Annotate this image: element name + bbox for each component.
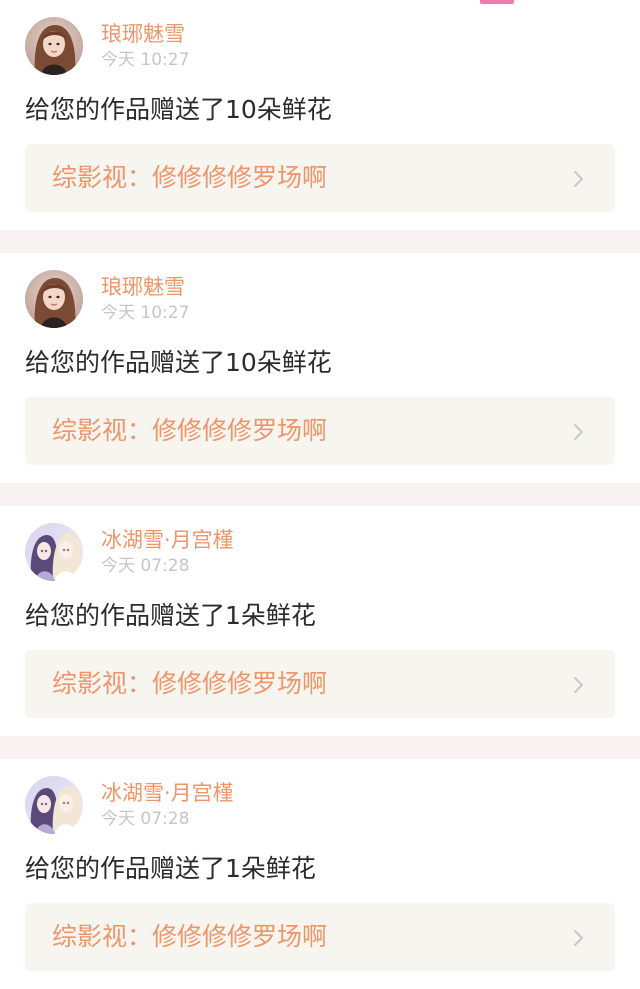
notification-card: 琅琊魅雪 今天 10:27 给您的作品赠送了10朵鲜花 综影视：修修修修罗场啊 xyxy=(0,253,640,483)
notification-card: 冰湖雪·月宫槿 今天 07:28 给您的作品赠送了1朵鲜花 综影视：修修修修罗场… xyxy=(0,759,640,989)
work-link-button[interactable]: 综影视：修修修修罗场啊 xyxy=(25,144,615,212)
active-tab-indicator xyxy=(480,0,514,4)
work-title: 综影视：修修修修罗场啊 xyxy=(52,669,328,698)
chevron-right-icon xyxy=(574,677,583,693)
user-name[interactable]: 琅琊魅雪 xyxy=(101,274,185,300)
notification-feed: 琅琊魅雪 今天 10:27 给您的作品赠送了10朵鲜花 综影视：修修修修罗场啊 xyxy=(0,0,640,989)
timestamp: 今天 10:27 xyxy=(101,50,190,70)
work-link-button[interactable]: 综影视：修修修修罗场啊 xyxy=(25,650,615,718)
avatar[interactable] xyxy=(25,523,83,581)
timestamp: 今天 07:28 xyxy=(101,809,190,829)
chevron-right-icon xyxy=(574,424,583,440)
work-title: 综影视：修修修修罗场啊 xyxy=(52,163,328,192)
notification-message: 给您的作品赠送了10朵鲜花 xyxy=(25,95,332,124)
chevron-right-icon xyxy=(574,171,583,187)
chevron-right-icon xyxy=(574,930,583,946)
work-link-button[interactable]: 综影视：修修修修罗场啊 xyxy=(25,397,615,465)
timestamp: 今天 10:27 xyxy=(101,303,190,323)
notification-card: 冰湖雪·月宫槿 今天 07:28 给您的作品赠送了1朵鲜花 综影视：修修修修罗场… xyxy=(0,506,640,736)
work-title: 综影视：修修修修罗场啊 xyxy=(52,922,328,951)
avatar[interactable] xyxy=(25,776,83,834)
user-name[interactable]: 冰湖雪·月宫槿 xyxy=(101,780,234,806)
notification-message: 给您的作品赠送了10朵鲜花 xyxy=(25,348,332,377)
work-title: 综影视：修修修修罗场啊 xyxy=(52,416,328,445)
user-name[interactable]: 冰湖雪·月宫槿 xyxy=(101,527,234,553)
notification-message: 给您的作品赠送了1朵鲜花 xyxy=(25,854,316,883)
timestamp: 今天 07:28 xyxy=(101,556,190,576)
avatar[interactable] xyxy=(25,17,83,75)
user-name[interactable]: 琅琊魅雪 xyxy=(101,21,185,47)
work-link-button[interactable]: 综影视：修修修修罗场啊 xyxy=(25,903,615,971)
notification-card: 琅琊魅雪 今天 10:27 给您的作品赠送了10朵鲜花 综影视：修修修修罗场啊 xyxy=(0,0,640,230)
notification-message: 给您的作品赠送了1朵鲜花 xyxy=(25,601,316,630)
avatar[interactable] xyxy=(25,270,83,328)
